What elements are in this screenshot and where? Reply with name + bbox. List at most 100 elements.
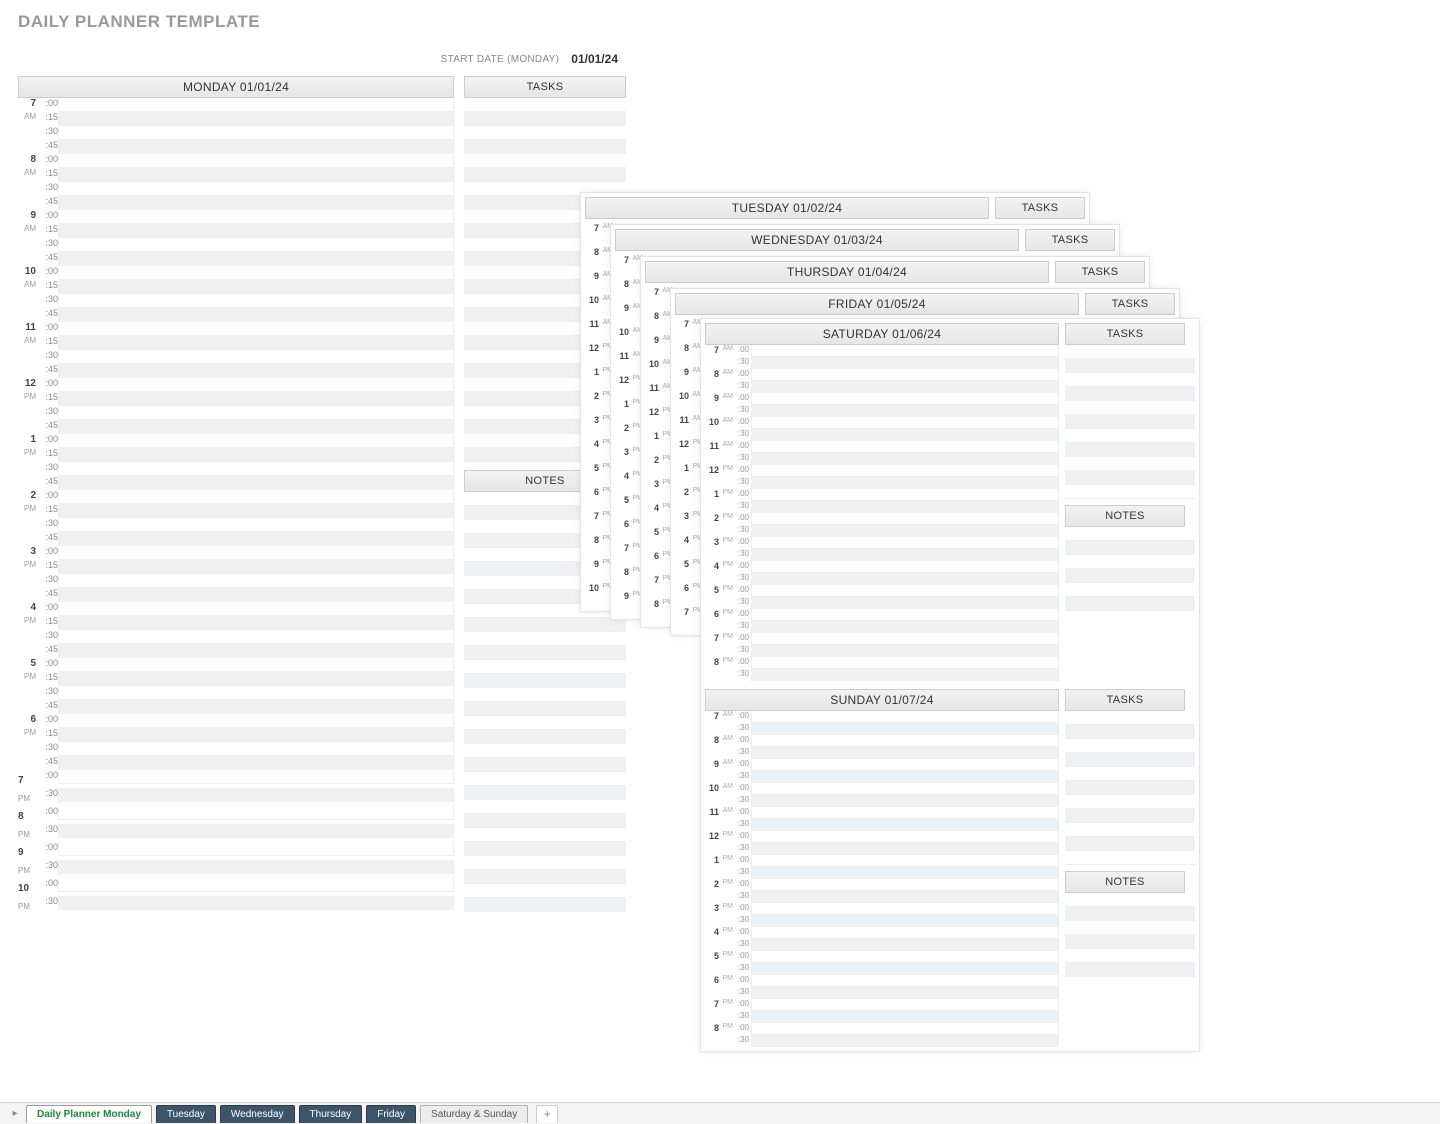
time-slot[interactable] bbox=[751, 975, 1059, 987]
time-slot[interactable] bbox=[58, 252, 454, 266]
time-slot[interactable] bbox=[58, 336, 454, 350]
time-slot[interactable] bbox=[751, 561, 1059, 573]
time-slot[interactable] bbox=[751, 759, 1059, 771]
side-row[interactable] bbox=[1065, 359, 1195, 373]
side-row[interactable] bbox=[464, 842, 626, 856]
time-slot[interactable] bbox=[58, 860, 454, 874]
tab-nav-prev-icon[interactable]: ▸ bbox=[8, 1107, 22, 1121]
time-slot[interactable] bbox=[751, 633, 1059, 645]
time-slot[interactable] bbox=[58, 602, 454, 616]
time-slot[interactable] bbox=[751, 477, 1059, 489]
side-row[interactable] bbox=[464, 786, 626, 800]
time-slot[interactable] bbox=[58, 476, 454, 490]
time-slot[interactable] bbox=[751, 465, 1059, 477]
side-row[interactable] bbox=[1065, 949, 1195, 963]
side-row[interactable] bbox=[1065, 767, 1195, 781]
time-slot[interactable] bbox=[58, 644, 454, 658]
time-slot[interactable] bbox=[751, 711, 1059, 723]
time-slot[interactable] bbox=[751, 537, 1059, 549]
side-row[interactable] bbox=[1065, 485, 1195, 499]
time-slot[interactable] bbox=[751, 1011, 1059, 1023]
time-slot[interactable] bbox=[751, 645, 1059, 657]
side-row[interactable] bbox=[464, 168, 626, 182]
side-row[interactable] bbox=[464, 660, 626, 674]
side-row[interactable] bbox=[1065, 781, 1195, 795]
time-slot[interactable] bbox=[58, 308, 454, 322]
time-slot[interactable] bbox=[58, 266, 454, 280]
time-slot[interactable] bbox=[58, 714, 454, 728]
time-slot[interactable] bbox=[58, 490, 454, 504]
side-row[interactable] bbox=[464, 828, 626, 842]
side-row[interactable] bbox=[464, 856, 626, 870]
side-row[interactable] bbox=[1065, 583, 1195, 597]
side-row[interactable] bbox=[1065, 527, 1195, 541]
sheet-tab[interactable]: Daily Planner Monday bbox=[26, 1105, 152, 1123]
time-slot[interactable] bbox=[58, 588, 454, 602]
sheet-tab[interactable]: Tuesday bbox=[156, 1105, 216, 1123]
time-slot[interactable] bbox=[751, 501, 1059, 513]
time-slot[interactable] bbox=[58, 126, 454, 140]
time-slot[interactable] bbox=[58, 196, 454, 210]
side-row[interactable] bbox=[1065, 823, 1195, 837]
time-slot[interactable] bbox=[751, 453, 1059, 465]
time-slot[interactable] bbox=[58, 378, 454, 392]
side-row[interactable] bbox=[464, 112, 626, 126]
time-slot[interactable] bbox=[58, 210, 454, 224]
time-slot[interactable] bbox=[751, 525, 1059, 537]
time-slot[interactable] bbox=[58, 406, 454, 420]
time-slot[interactable] bbox=[751, 771, 1059, 783]
time-slot[interactable] bbox=[751, 669, 1059, 681]
side-row[interactable] bbox=[464, 702, 626, 716]
time-slot[interactable] bbox=[58, 630, 454, 644]
side-row[interactable] bbox=[1065, 401, 1195, 415]
side-row[interactable] bbox=[464, 140, 626, 154]
time-slot[interactable] bbox=[58, 806, 454, 820]
time-slot[interactable] bbox=[751, 855, 1059, 867]
side-row[interactable] bbox=[1065, 935, 1195, 949]
time-slot[interactable] bbox=[751, 441, 1059, 453]
time-slot[interactable] bbox=[751, 609, 1059, 621]
side-row[interactable] bbox=[1065, 795, 1195, 809]
time-slot[interactable] bbox=[58, 546, 454, 560]
side-row[interactable] bbox=[1065, 597, 1195, 611]
side-row[interactable] bbox=[464, 884, 626, 898]
side-row[interactable] bbox=[464, 800, 626, 814]
time-slot[interactable] bbox=[58, 728, 454, 742]
side-row[interactable] bbox=[464, 730, 626, 744]
time-slot[interactable] bbox=[751, 597, 1059, 609]
time-slot[interactable] bbox=[751, 381, 1059, 393]
side-row[interactable] bbox=[1065, 739, 1195, 753]
time-slot[interactable] bbox=[58, 616, 454, 630]
time-slot[interactable] bbox=[751, 903, 1059, 915]
time-slot[interactable] bbox=[751, 357, 1059, 369]
time-slot[interactable] bbox=[58, 420, 454, 434]
time-slot[interactable] bbox=[58, 518, 454, 532]
side-row[interactable] bbox=[1065, 555, 1195, 569]
time-slot[interactable] bbox=[58, 238, 454, 252]
time-slot[interactable] bbox=[751, 795, 1059, 807]
side-row[interactable] bbox=[1065, 711, 1195, 725]
time-slot[interactable] bbox=[751, 819, 1059, 831]
time-slot[interactable] bbox=[58, 672, 454, 686]
time-slot[interactable] bbox=[58, 686, 454, 700]
time-slot[interactable] bbox=[58, 574, 454, 588]
time-slot[interactable] bbox=[751, 513, 1059, 525]
sheet-tab[interactable]: Saturday & Sunday bbox=[420, 1105, 528, 1123]
time-slot[interactable] bbox=[58, 770, 454, 784]
side-row[interactable] bbox=[1065, 345, 1195, 359]
side-row[interactable] bbox=[464, 898, 626, 912]
time-slot[interactable] bbox=[58, 154, 454, 168]
time-slot[interactable] bbox=[751, 915, 1059, 927]
side-row[interactable] bbox=[1065, 429, 1195, 443]
time-slot[interactable] bbox=[751, 867, 1059, 879]
side-row[interactable] bbox=[1065, 457, 1195, 471]
side-row[interactable] bbox=[464, 632, 626, 646]
side-row[interactable] bbox=[1065, 893, 1195, 907]
time-slot[interactable] bbox=[751, 843, 1059, 855]
side-row[interactable] bbox=[1065, 373, 1195, 387]
time-slot[interactable] bbox=[58, 742, 454, 756]
side-row[interactable] bbox=[1065, 837, 1195, 851]
side-row[interactable] bbox=[1065, 541, 1195, 555]
time-slot[interactable] bbox=[58, 350, 454, 364]
side-row[interactable] bbox=[464, 688, 626, 702]
